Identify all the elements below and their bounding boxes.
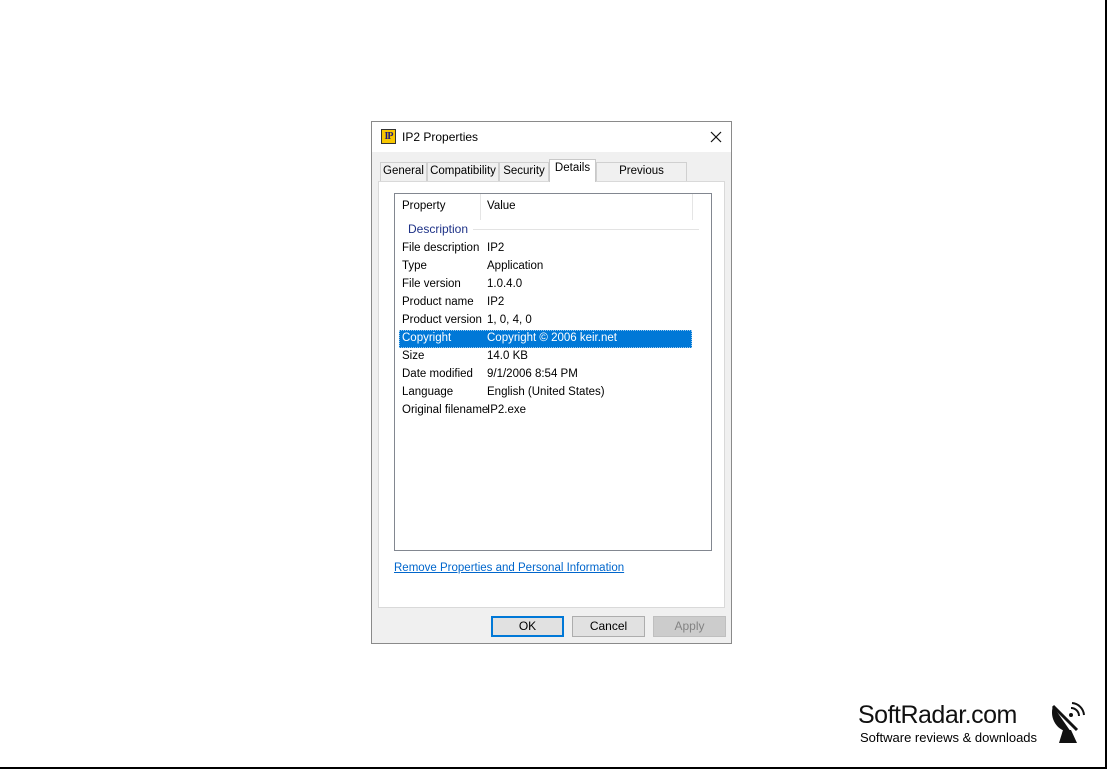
property-row[interactable]: File description IP2 [399,240,692,258]
remove-properties-link[interactable]: Remove Properties and Personal Informati… [394,562,624,574]
ok-button[interactable]: OK [491,616,564,637]
property-name: File version [402,278,461,290]
tab-security[interactable]: Security [499,162,549,181]
list-header: Property Value [395,194,711,220]
properties-dialog: IP IP2 Properties General Compatibility … [371,121,732,644]
property-name: Type [402,260,427,272]
property-name: Copyright [402,332,452,344]
property-value: 1, 0, 4, 0 [487,314,532,326]
watermark-tagline: Software reviews & downloads [860,730,1038,745]
property-row[interactable]: Product name IP2 [399,294,692,312]
property-name: Product name [402,296,474,308]
property-row[interactable]: Original filename IP2.exe [399,402,692,420]
property-row-selected[interactable]: Copyright Copyright © 2006 keir.net [399,330,692,348]
column-divider[interactable] [692,194,693,220]
column-divider[interactable] [480,194,481,220]
property-name: Size [402,350,425,362]
property-name: File description [402,242,480,254]
property-row[interactable]: Size 14.0 KB [399,348,692,366]
tab-details[interactable]: Details [549,159,596,182]
property-value: Copyright © 2006 keir.net [487,332,617,344]
details-list[interactable]: Property Value Description File descript… [394,193,712,551]
property-row[interactable]: Type Application [399,258,692,276]
column-header-value[interactable]: Value [487,200,516,212]
close-button[interactable] [701,122,731,152]
tab-previous-versions[interactable]: Previous Versions [596,162,687,194]
title-bar[interactable]: IP IP2 Properties [372,122,731,152]
property-value: IP2 [487,296,505,308]
dialog-title: IP2 Properties [402,130,479,144]
app-icon: IP [381,129,396,144]
property-row[interactable]: Product version 1, 0, 4, 0 [399,312,692,330]
cancel-button[interactable]: Cancel [572,616,645,637]
property-name: Original filename [402,404,489,416]
property-name: Language [402,386,454,398]
watermark-site-name: SoftRadar.com [858,701,1017,729]
property-value: English (United States) [487,386,605,398]
property-value: IP2.exe [487,404,526,416]
property-value: 1.0.4.0 [487,278,523,290]
property-name: Product version [402,314,482,326]
close-icon [710,131,722,143]
tab-general[interactable]: General [380,162,427,181]
property-value: 14.0 KB [487,350,528,362]
screenshot-canvas: IP IP2 Properties General Compatibility … [0,0,1107,769]
property-value: 9/1/2006 8:54 PM [487,368,578,380]
satellite-dish-icon [1051,702,1085,743]
property-row[interactable]: File version 1.0.4.0 [399,276,692,294]
property-value: Application [487,260,544,272]
property-row[interactable]: Language English (United States) [399,384,692,402]
group-header-description: Description [408,222,469,236]
apply-button[interactable]: Apply [653,616,726,637]
property-value: IP2 [487,242,505,254]
property-row[interactable]: Date modified 9/1/2006 8:54 PM [399,366,692,384]
details-panel: Property Value Description File descript… [378,181,725,608]
column-header-property[interactable]: Property [402,200,445,212]
property-name: Date modified [402,368,473,380]
tab-compatibility[interactable]: Compatibility [427,162,499,181]
group-divider [473,229,699,230]
